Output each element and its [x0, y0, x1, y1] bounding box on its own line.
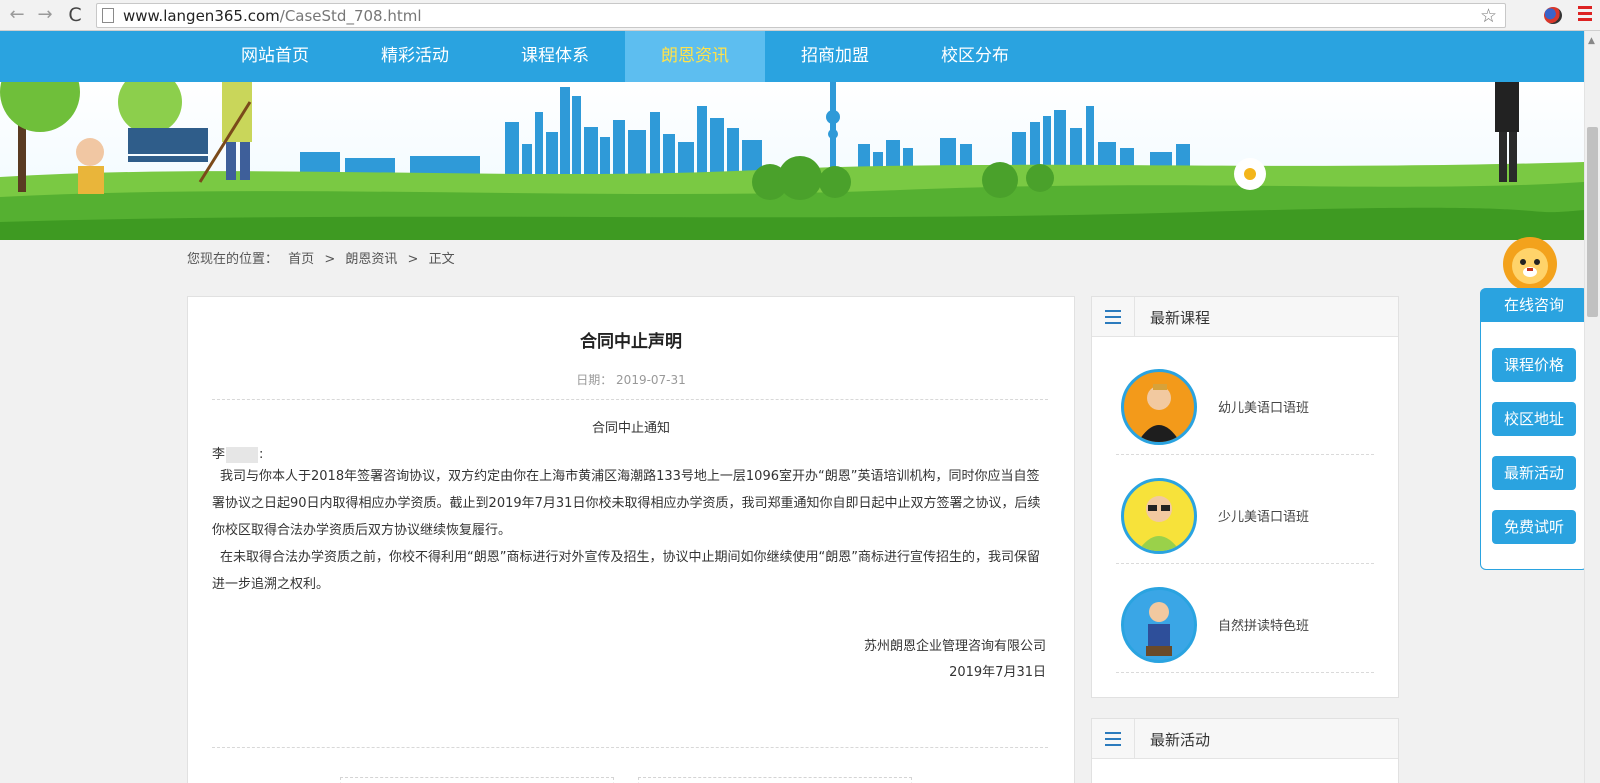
article-paragraph: 我司与你本人于2018年签署咨询协议，双方约定由你在上海市黄浦区海潮路133号地… — [212, 469, 1041, 538]
next-article-box[interactable] — [638, 777, 912, 783]
prev-article-box[interactable] — [340, 777, 614, 783]
date-value: 2019-07-31 — [616, 373, 686, 387]
page-scrollbar[interactable]: ▲ — [1584, 31, 1600, 783]
breadcrumb-separator: > — [407, 252, 419, 267]
nav-item-campuses[interactable]: 校区分布 — [905, 31, 1045, 82]
extension-icon[interactable] — [1544, 7, 1562, 24]
divider — [212, 399, 1048, 400]
campus-address-button[interactable]: 校区地址 — [1492, 402, 1576, 436]
course-name[interactable]: 自然拼读特色班 — [1218, 615, 1309, 634]
salutation-colon: : — [259, 447, 264, 462]
nav-item-news[interactable]: 朗恩资讯 — [625, 31, 765, 82]
course-avatar — [1121, 369, 1197, 445]
divider — [212, 747, 1048, 748]
reload-icon[interactable]: C — [64, 4, 86, 26]
breadcrumb-separator: > — [324, 252, 336, 267]
breadcrumb-section-link[interactable]: 朗恩资讯 — [345, 252, 397, 267]
url-domain: www.langen365.com — [123, 7, 280, 25]
list-icon — [1092, 297, 1135, 336]
article-panel: 合同中止声明 日期： 2019-07-31 合同中止通知 李: 我司与你本人于2… — [187, 296, 1075, 783]
nav-item-courses[interactable]: 课程体系 — [485, 31, 625, 82]
browser-toolbar: ← → C www.langen365.com/CaseStd_708.html… — [0, 0, 1600, 31]
panel-header: 最新活动 — [1092, 719, 1398, 759]
site-navigation: 网站首页 精彩活动 课程体系 朗恩资讯 招商加盟 校区分布 — [0, 31, 1584, 82]
url-path: /CaseStd_708.html — [279, 7, 422, 25]
notice-title: 合同中止通知 — [591, 421, 670, 436]
date-label: 日期： — [576, 373, 613, 387]
breadcrumb-current: 正文 — [428, 252, 455, 267]
city-skyline-illustration — [0, 82, 1584, 240]
nav-item-home[interactable]: 网站首页 — [205, 31, 345, 82]
back-arrow-icon[interactable]: ← — [6, 4, 28, 26]
course-avatar — [1121, 478, 1197, 554]
redacted-name — [226, 446, 259, 463]
course-item[interactable]: 自然拼读特色班 — [1116, 573, 1374, 673]
course-avatar — [1121, 587, 1197, 663]
course-name[interactable]: 少儿美语口语班 — [1218, 506, 1309, 525]
article-date: 日期： 2019-07-31 — [188, 371, 1074, 388]
panel-title: 最新活动 — [1150, 731, 1211, 749]
online-consult-widget: 在线咨询 课程价格 校区地址 最新活动 免费试听 — [1480, 288, 1588, 570]
article-paragraph: 在未取得合法办学资质之前，你校不得利用“朗恩”商标进行对外宣传及招生，协议中止期… — [212, 550, 1040, 592]
panel-header: 最新课程 — [1092, 297, 1398, 337]
breadcrumb-prefix: 您现在的位置： — [187, 252, 279, 267]
signature-company: 苏州朗恩企业管理咨询有限公司 — [863, 639, 1046, 654]
lion-mascot-icon — [1503, 237, 1557, 291]
latest-activities-panel: 最新活动 — [1091, 718, 1399, 783]
course-item[interactable]: 幼儿美语口语班 — [1116, 355, 1374, 455]
breadcrumb: 您现在的位置： 首页 > 朗恩资讯 > 正文 — [187, 248, 461, 267]
forward-arrow-icon[interactable]: → — [34, 4, 56, 26]
course-name[interactable]: 幼儿美语口语班 — [1218, 397, 1309, 416]
page-icon — [102, 8, 114, 23]
address-bar[interactable]: www.langen365.com/CaseStd_708.html ☆ — [96, 3, 1506, 28]
free-trial-button[interactable]: 免费试听 — [1492, 510, 1576, 544]
nav-item-activities[interactable]: 精彩活动 — [345, 31, 485, 82]
latest-courses-panel: 最新课程 幼儿美语口语班 少儿美语口语班 自然拼读特色班 — [1091, 296, 1399, 698]
nav-item-franchise[interactable]: 招商加盟 — [765, 31, 905, 82]
signature-date: 2019年7月31日 — [949, 665, 1046, 680]
list-icon — [1092, 719, 1135, 758]
bookmark-star-icon[interactable]: ☆ — [1480, 5, 1497, 27]
salutation: 李: — [212, 443, 263, 463]
course-item[interactable]: 少儿美语口语班 — [1116, 464, 1374, 564]
article-title: 合同中止声明 — [580, 332, 682, 352]
scroll-thumb[interactable] — [1587, 127, 1598, 317]
url-text[interactable]: www.langen365.com/CaseStd_708.html — [123, 7, 422, 25]
browser-menu-icon[interactable] — [1578, 6, 1592, 24]
latest-activity-button[interactable]: 最新活动 — [1492, 456, 1576, 490]
scroll-up-arrow-icon[interactable]: ▲ — [1588, 36, 1595, 46]
course-price-button[interactable]: 课程价格 — [1492, 348, 1576, 382]
consult-title[interactable]: 在线咨询 — [1480, 288, 1588, 322]
panel-title: 最新课程 — [1150, 309, 1211, 327]
hero-banner — [0, 82, 1584, 240]
salutation-name: 李 — [212, 447, 226, 462]
breadcrumb-home-link[interactable]: 首页 — [288, 252, 314, 267]
